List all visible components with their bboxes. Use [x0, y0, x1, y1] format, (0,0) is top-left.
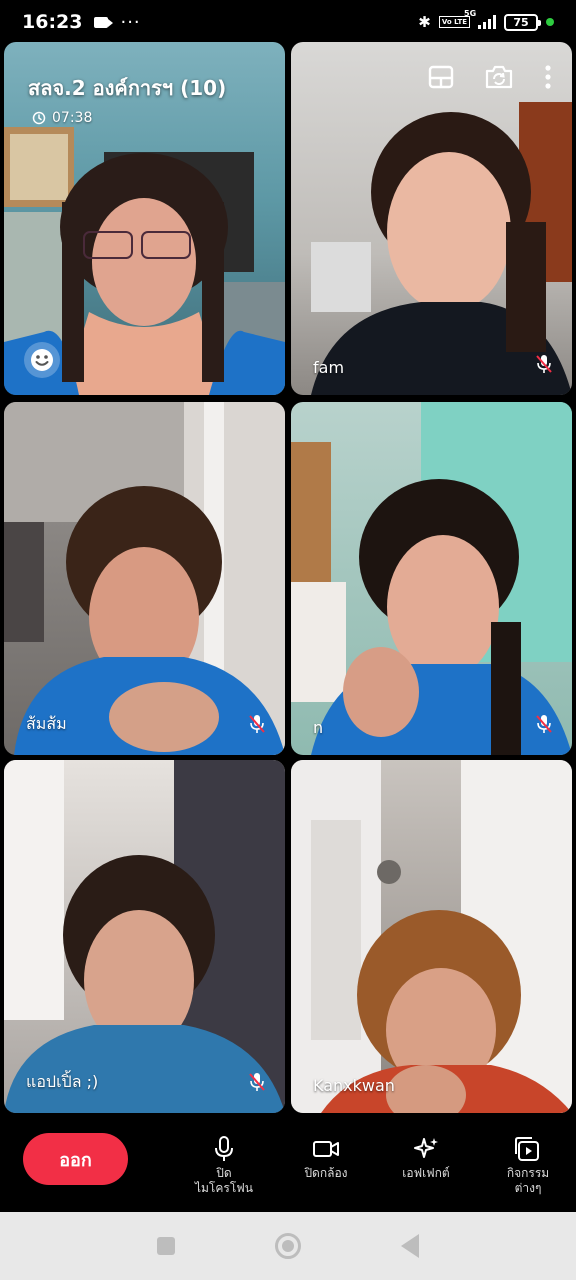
- mic-toggle-button[interactable]: ปิด ไมโครโฟน: [174, 1134, 274, 1196]
- participant-name: fam: [313, 358, 345, 377]
- back-icon[interactable]: [401, 1234, 419, 1258]
- meeting-title: สลจ.2 องค์การฯ (10): [28, 76, 227, 100]
- participant-tile-6[interactable]: Kanxkwan: [291, 760, 572, 1113]
- network-type: 5G: [464, 9, 477, 18]
- header-actions: [428, 64, 552, 90]
- activities-icon: [515, 1137, 539, 1161]
- video-feed: [311, 102, 572, 395]
- camera-toggle-button[interactable]: ปิดกล้อง: [276, 1134, 376, 1181]
- effects-button[interactable]: เอฟเฟกต์: [376, 1134, 476, 1181]
- mic-off-icon: [536, 355, 552, 373]
- participant-tile-2[interactable]: fam: [291, 42, 572, 395]
- activities-button[interactable]: กิจกรรม ต่างๆ: [478, 1134, 576, 1196]
- participant-tile-3[interactable]: ส้มส้ม: [4, 402, 285, 755]
- more-vertical-icon[interactable]: [544, 64, 552, 90]
- switch-camera-icon[interactable]: [484, 64, 514, 90]
- video-feed: [291, 760, 572, 1113]
- layout-icon[interactable]: [428, 65, 454, 89]
- status-right: ✱ Vo LTE 5G 75: [418, 9, 554, 31]
- status-bar: 16:23 ··· ✱ Vo LTE 5G 75: [0, 0, 576, 44]
- clock-icon: [32, 111, 46, 125]
- participant-name: n: [313, 718, 324, 737]
- participant-name: ส้มส้ม: [26, 714, 67, 733]
- participant-name: แอปเปิ้ล ;): [26, 1072, 99, 1091]
- status-time: 16:23: [22, 11, 83, 33]
- participant-tile-5[interactable]: แอปเปิ้ล ;): [4, 760, 285, 1113]
- smiley-icon: [31, 349, 53, 371]
- effects-label: เอฟเฟกต์: [402, 1166, 450, 1180]
- video-call-icon: [94, 16, 114, 28]
- mic-off-icon: [536, 715, 552, 733]
- call-controls: ออก ปิด ไมโครโฟน ปิดกล้อง เอฟเฟกต์ กิจกร…: [0, 1116, 576, 1212]
- battery-level: 75: [513, 15, 529, 29]
- indicator-dot: [546, 18, 554, 26]
- leave-button[interactable]: ออก: [23, 1133, 128, 1185]
- camera-icon: [313, 1141, 339, 1157]
- system-nav-bar: [0, 1212, 576, 1280]
- status-left: 16:23 ···: [22, 11, 141, 33]
- participant-tile-4[interactable]: n: [291, 402, 572, 755]
- battery-icon: 75: [504, 13, 541, 31]
- camera-toggle-label: ปิดกล้อง: [304, 1166, 348, 1180]
- video-feed: [4, 760, 285, 1113]
- participant-name: Kanxkwan: [313, 1076, 395, 1095]
- signal-icon: 5G: [464, 9, 496, 29]
- mic-off-icon: [249, 1073, 265, 1091]
- bluetooth-icon: ✱: [418, 13, 431, 31]
- home-icon[interactable]: [275, 1233, 301, 1259]
- mic-toggle-label: ปิด ไมโครโฟน: [194, 1166, 253, 1195]
- meeting-timer: 07:38: [32, 110, 92, 126]
- activities-label: กิจกรรม ต่างๆ: [506, 1166, 550, 1195]
- meeting-duration: 07:38: [52, 110, 93, 126]
- more-icon: ···: [120, 11, 141, 33]
- sparkle-icon: [414, 1138, 438, 1158]
- recents-icon[interactable]: [157, 1237, 175, 1255]
- mic-off-icon: [249, 715, 265, 733]
- microphone-icon: [215, 1136, 233, 1161]
- video-feed: [291, 402, 572, 755]
- reaction-button[interactable]: [24, 342, 60, 378]
- video-feed: [4, 402, 285, 755]
